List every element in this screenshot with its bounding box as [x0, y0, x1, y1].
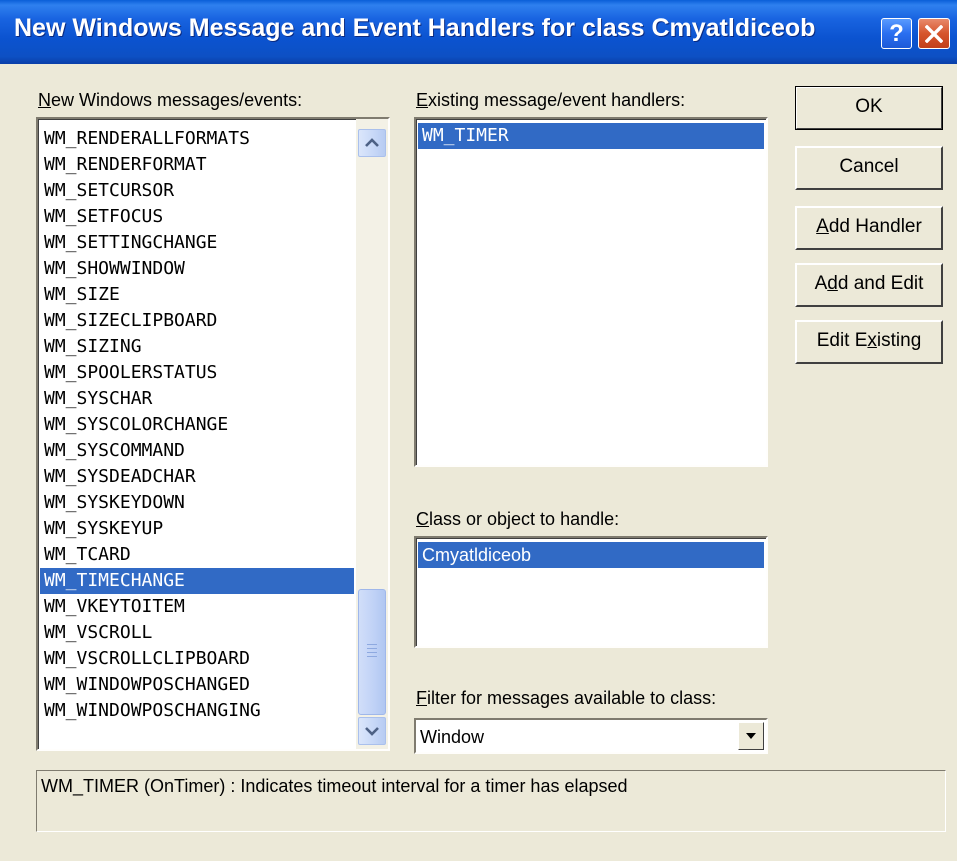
close-x-icon	[925, 25, 943, 43]
edit-existing-button[interactable]: Edit Existing	[795, 320, 943, 364]
message-list-item[interactable]: WM_SYSKEYDOWN	[40, 490, 354, 516]
description-text: WM_TIMER (OnTimer) : Indicates timeout i…	[41, 776, 628, 796]
scroll-thumb[interactable]	[358, 589, 386, 715]
cancel-button[interactable]: Cancel	[795, 146, 943, 190]
message-list-item[interactable]: WM_VSCROLLCLIPBOARD	[40, 646, 354, 672]
scroll-down-button[interactable]	[358, 717, 386, 745]
message-handlers-dialog: New Windows Message and Event Handlers f…	[0, 0, 957, 861]
triangle-down-icon	[746, 733, 756, 739]
add-handler-button[interactable]: Add Handler	[795, 206, 943, 250]
message-list-item[interactable]: WM_RENDERALLFORMATS	[40, 126, 354, 152]
message-list-item[interactable]: WM_SETCURSOR	[40, 178, 354, 204]
message-list-item[interactable]: WM_SYSDEADCHAR	[40, 464, 354, 490]
ok-button[interactable]: OK	[795, 86, 943, 130]
description-panel: WM_TIMER (OnTimer) : Indicates timeout i…	[36, 770, 946, 832]
grip-line	[367, 656, 377, 657]
message-list-item[interactable]: WM_VKEYTOITEM	[40, 594, 354, 620]
message-list-item[interactable]: WM_SHOWWINDOW	[40, 256, 354, 282]
message-list-item[interactable]: WM_SETFOCUS	[40, 204, 354, 230]
message-list-item[interactable]: WM_SYSKEYUP	[40, 516, 354, 542]
grip-line	[367, 644, 377, 645]
messages-listbox[interactable]: WM_RENDERALLFORMATS WM_RENDERFORMAT WM_SET…	[36, 117, 390, 751]
message-list-item[interactable]: WM_WINDOWPOSCHANGED	[40, 672, 354, 698]
messages-scrollbar[interactable]	[356, 119, 388, 749]
close-button[interactable]	[918, 18, 950, 49]
message-list-item[interactable]: WM_TIMECHANGE	[40, 568, 354, 594]
message-list-item[interactable]: WM_SYSCOLORCHANGE	[40, 412, 354, 438]
chevron-down-icon	[365, 727, 379, 736]
title-bar[interactable]: New Windows Message and Event Handlers f…	[0, 0, 957, 64]
message-list-item[interactable]: WM_TCARD	[40, 542, 354, 568]
message-list-item[interactable]: WM_SIZE	[40, 282, 354, 308]
message-list-item[interactable]: WM_SPOOLERSTATUS	[40, 360, 354, 386]
class-item-selected[interactable]: Cmyatldiceob	[418, 542, 764, 568]
filter-value: Window	[420, 727, 485, 747]
message-list-item[interactable]: WM_SYSCHAR	[40, 386, 354, 412]
message-list-item[interactable]: WM_RENDERFORMAT	[40, 152, 354, 178]
message-list-item[interactable]: WM_SIZECLIPBOARD	[40, 308, 354, 334]
chevron-up-icon	[365, 138, 379, 147]
class-label: Class or object to handle:	[416, 509, 620, 529]
message-list-item[interactable]: WM_SIZING	[40, 334, 354, 360]
scroll-up-button[interactable]	[358, 129, 386, 157]
window-title: New Windows Message and Event Handlers f…	[14, 14, 816, 42]
message-list-item[interactable]: WM_SETTINGCHANGE	[40, 230, 354, 256]
help-button[interactable]: ?	[881, 18, 912, 49]
grip-line	[367, 652, 377, 653]
message-list-item[interactable]: WM_VSCROLL	[40, 620, 354, 646]
messages-list-items: WM_RENDERALLFORMATS WM_RENDERFORMAT WM_SET…	[40, 126, 354, 724]
add-and-edit-button[interactable]: Add and Edit	[795, 263, 943, 307]
filter-combo[interactable]: Window	[414, 718, 768, 754]
class-listbox[interactable]: Cmyatldiceob	[414, 536, 768, 648]
handlers-listbox[interactable]: WM_TIMER	[414, 117, 768, 467]
messages-label: New Windows messages/events:	[38, 90, 303, 110]
message-list-item[interactable]: WM_SYSCOMMAND	[40, 438, 354, 464]
filter-dropdown-button[interactable]	[738, 722, 764, 750]
handler-item-selected[interactable]: WM_TIMER	[418, 123, 764, 149]
filter-label: Filter for messages available to class:	[416, 688, 717, 708]
grip-line	[367, 648, 377, 649]
message-list-item[interactable]: WM_WINDOWPOSCHANGING	[40, 698, 354, 724]
handlers-label: Existing message/event handlers:	[416, 90, 686, 110]
